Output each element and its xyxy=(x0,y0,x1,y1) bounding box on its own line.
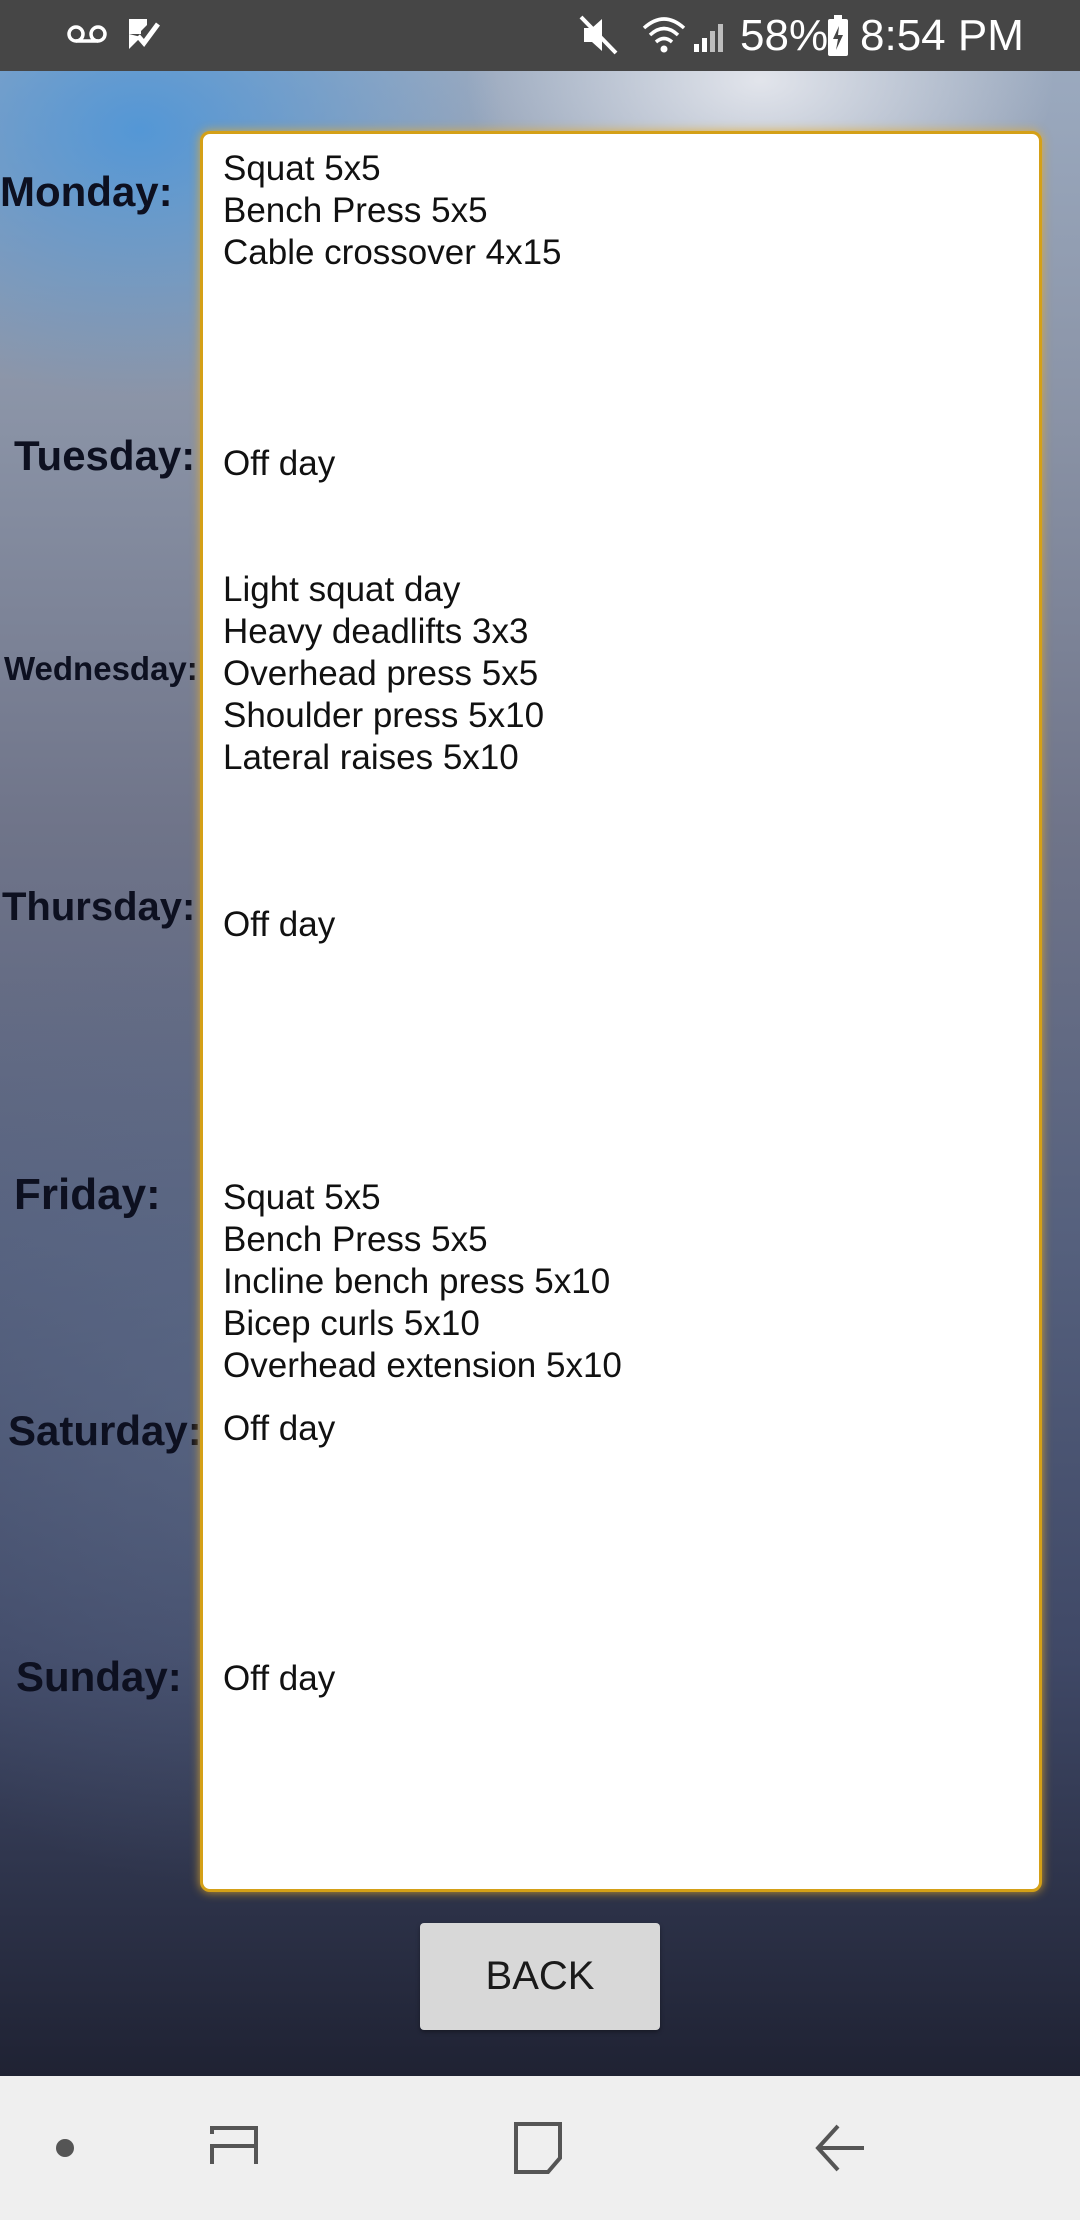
navigation-bar xyxy=(0,2076,1080,2220)
wednesday-exercises: Light squat day Heavy deadlifts 3x3 Over… xyxy=(223,569,544,779)
exercise-line: Cable crossover 4x15 xyxy=(223,233,562,272)
exercise-line: Heavy deadlifts 3x3 xyxy=(223,612,529,651)
saturday-exercises: Off day xyxy=(223,1408,335,1450)
exercise-line: Off day xyxy=(223,1659,336,1698)
exercise-line: Bicep curls 5x10 xyxy=(223,1304,480,1343)
back-icon[interactable] xyxy=(814,2122,868,2174)
tuesday-exercises: Off day xyxy=(223,443,335,485)
battery-icon xyxy=(828,15,848,56)
exercise-line: Light squat day xyxy=(223,570,461,609)
wifi-icon xyxy=(642,17,686,53)
dot-icon[interactable] xyxy=(54,2137,76,2159)
exercise-line: Lateral raises 5x10 xyxy=(223,738,519,777)
exercise-line: Shoulder press 5x10 xyxy=(223,696,545,735)
voicemail-icon xyxy=(67,25,107,43)
exercise-line: Off day xyxy=(223,905,336,944)
monday-exercises: Squat 5x5 Bench Press 5x5 Cable crossove… xyxy=(223,148,562,274)
exercise-line: Off day xyxy=(223,444,336,483)
battery-percent: 58% xyxy=(740,11,829,60)
day-label-friday: Friday: xyxy=(14,1170,161,1219)
friday-exercises: Squat 5x5 Bench Press 5x5 Incline bench … xyxy=(223,1177,622,1387)
home-icon[interactable] xyxy=(512,2120,564,2176)
back-button[interactable]: BACK xyxy=(420,1923,660,2030)
workout-schedule-panel[interactable]: Squat 5x5 Bench Press 5x5 Cable crossove… xyxy=(200,131,1042,1892)
day-label-thursday: Thursday: xyxy=(2,885,196,929)
day-label-sunday: Sunday: xyxy=(16,1653,182,1700)
day-label-wednesday: Wednesday: xyxy=(4,650,198,687)
exercise-line: Overhead extension 5x10 xyxy=(223,1346,622,1385)
mute-icon xyxy=(579,15,618,55)
day-label-saturday: Saturday: xyxy=(8,1407,202,1454)
exercise-line: Off day xyxy=(223,1409,336,1448)
exercise-line: Squat 5x5 xyxy=(223,1178,381,1217)
exercise-line: Squat 5x5 xyxy=(223,149,381,188)
signal-icon xyxy=(694,24,723,52)
exercise-line: Incline bench press 5x10 xyxy=(223,1262,611,1301)
day-label-tuesday: Tuesday: xyxy=(14,432,196,479)
clock-time: 8:54 PM xyxy=(860,11,1024,60)
day-label-monday: Monday: xyxy=(0,168,173,215)
sunday-exercises: Off day xyxy=(223,1658,335,1700)
task-check-icon xyxy=(129,19,160,49)
exercise-line: Bench Press 5x5 xyxy=(223,191,488,230)
thursday-exercises: Off day xyxy=(223,904,335,946)
exercise-line: Bench Press 5x5 xyxy=(223,1220,488,1259)
status-bar: 58% 8:54 PM xyxy=(0,0,1080,71)
exercise-line: Overhead press 5x5 xyxy=(223,654,539,693)
recent-apps-icon[interactable] xyxy=(208,2124,260,2172)
